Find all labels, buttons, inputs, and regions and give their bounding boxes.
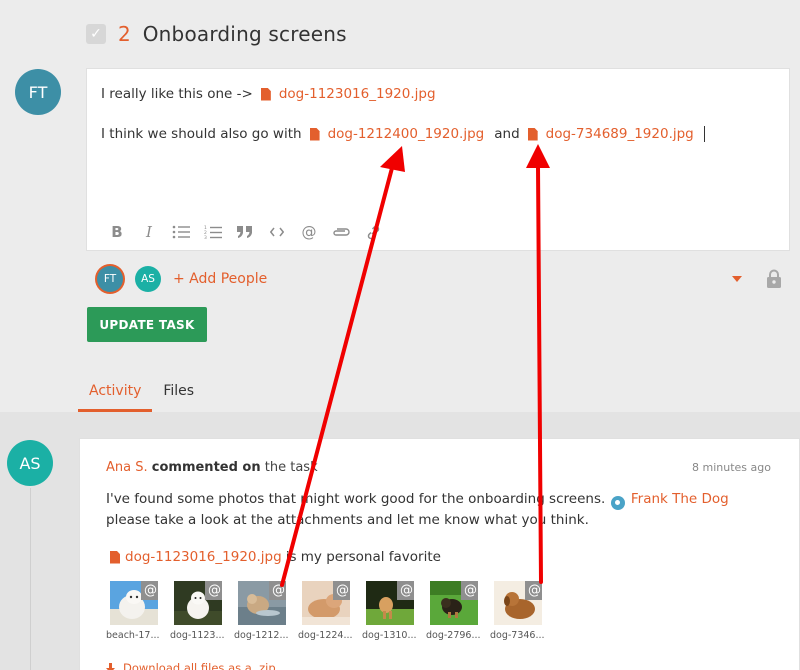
- bold-icon[interactable]: B: [101, 221, 133, 243]
- attachment-name: dog-1310...: [362, 630, 417, 641]
- update-task-button[interactable]: UPDATE TASK: [87, 307, 207, 342]
- quote-icon[interactable]: [229, 221, 261, 243]
- editor-line: I really like this one -> dog-1123016_19…: [101, 86, 436, 102]
- mention-attachment-icon[interactable]: @: [141, 581, 158, 600]
- download-all-label: Download all files as a .zip: [123, 661, 276, 670]
- attachment-name: dog-1212...: [234, 630, 289, 641]
- code-icon[interactable]: [261, 221, 293, 243]
- comment-verb: commented on: [151, 460, 261, 475]
- file-icon: [309, 127, 320, 141]
- file-attachment-link[interactable]: dog-1212400_1920.jpg: [309, 126, 485, 142]
- attachment-name: beach-17...: [106, 630, 160, 641]
- comment-target: the task: [264, 460, 318, 475]
- link-icon[interactable]: [357, 221, 389, 243]
- thumbnail-image: @: [430, 581, 478, 625]
- thumbnail-image: @: [366, 581, 414, 625]
- attachment-name: dog-1224...: [298, 630, 353, 641]
- task-title[interactable]: Onboarding screens: [143, 22, 347, 46]
- attachment-thumbnail[interactable]: @ beach-17...: [106, 581, 170, 641]
- file-name: dog-1212400_1920.jpg: [327, 126, 485, 142]
- attachment-thumbnails: @ beach-17... @ dog-1123... @ dog-1212..…: [106, 581, 554, 641]
- add-people-link[interactable]: + Add People: [173, 271, 267, 287]
- download-icon: [106, 662, 115, 670]
- mention-icon[interactable]: @: [293, 221, 325, 243]
- comment-header: Ana S. commented on the task: [106, 460, 318, 475]
- mention-attachment-icon[interactable]: @: [397, 581, 414, 600]
- tab-files[interactable]: Files: [152, 380, 205, 412]
- file-attachment-link[interactable]: dog-1123016_1920.jpg: [110, 549, 282, 565]
- comment-text: please take a look at the attachments an…: [106, 512, 589, 528]
- mention-attachment-icon[interactable]: @: [269, 581, 286, 600]
- attachment-icon[interactable]: [325, 221, 357, 243]
- activity-comment-card: Ana S. commented on the task 8 minutes a…: [79, 438, 800, 670]
- comment-author[interactable]: Ana S.: [106, 460, 148, 475]
- comment-text: I've found some photos that might work g…: [106, 491, 606, 507]
- file-name: dog-1123016_1920.jpg: [278, 86, 436, 102]
- comment-editor[interactable]: I really like this one -> dog-1123016_19…: [86, 68, 790, 251]
- attachment-thumbnail[interactable]: @ dog-1224...: [298, 581, 362, 641]
- task-header: ✓ 2 Onboarding screens: [86, 20, 347, 48]
- task-complete-checkbox[interactable]: ✓: [86, 24, 106, 44]
- svg-text:3: 3: [204, 235, 207, 240]
- file-icon: [110, 550, 120, 564]
- comment-timestamp: 8 minutes ago: [692, 461, 771, 474]
- attachment-name: dog-2796...: [426, 630, 481, 641]
- file-name: dog-734689_1920.jpg: [545, 126, 694, 142]
- thumbnail-image: @: [494, 581, 542, 625]
- attachment-thumbnail[interactable]: @ dog-7346...: [490, 581, 554, 641]
- chevron-down-icon[interactable]: [732, 276, 742, 282]
- lock-icon[interactable]: [766, 269, 782, 292]
- file-attachment-link[interactable]: dog-734689_1920.jpg: [527, 126, 694, 142]
- tab-activity[interactable]: Activity: [78, 380, 153, 412]
- avatar: FT: [15, 69, 61, 115]
- thumbnail-image: @: [238, 581, 286, 625]
- timeline-divider: [30, 488, 31, 670]
- bullet-list-icon[interactable]: [165, 221, 197, 243]
- mention-attachment-icon[interactable]: @: [461, 581, 478, 600]
- thumbnail-image: @: [174, 581, 222, 625]
- attachment-thumbnail[interactable]: @ dog-1310...: [362, 581, 426, 641]
- avatar: AS: [7, 440, 53, 486]
- download-all-link[interactable]: Download all files as a .zip: [106, 661, 276, 670]
- italic-icon[interactable]: I: [133, 221, 165, 243]
- comment-body: I've found some photos that might work g…: [106, 489, 776, 531]
- assignee-avatar[interactable]: AS: [135, 266, 161, 292]
- favorite-file-line: dog-1123016_1920.jpg is my personal favo…: [110, 549, 441, 565]
- thumbnail-image: @: [110, 581, 158, 625]
- numbered-list-icon[interactable]: 123: [197, 221, 229, 243]
- text-cursor: [703, 126, 705, 142]
- formatting-toolbar: B I 123 @: [101, 221, 389, 243]
- comment-text: is my personal favorite: [285, 549, 441, 565]
- thumbnail-image: @: [302, 581, 350, 625]
- file-name: dog-1123016_1920.jpg: [125, 549, 282, 565]
- user-mention[interactable]: Frank The Dog: [631, 491, 729, 507]
- attachment-thumbnail[interactable]: @ dog-2796...: [426, 581, 490, 641]
- user-icon: [610, 496, 625, 510]
- file-attachment-link[interactable]: dog-1123016_1920.jpg: [260, 86, 436, 102]
- attachment-thumbnail[interactable]: @ dog-1212...: [234, 581, 298, 641]
- file-icon: [527, 127, 538, 141]
- assignee-avatar[interactable]: FT: [97, 266, 123, 292]
- editor-text: I think we should also go with: [101, 126, 302, 142]
- attachment-thumbnail[interactable]: @ dog-1123...: [170, 581, 234, 641]
- tab-bar: Activity Files: [78, 380, 205, 412]
- task-number: 2: [118, 22, 131, 46]
- mention-attachment-icon[interactable]: @: [525, 581, 542, 600]
- file-icon: [260, 87, 271, 101]
- assignees-row: FT AS + Add People: [97, 266, 267, 292]
- attachment-name: dog-1123...: [170, 630, 225, 641]
- editor-text: I really like this one ->: [101, 86, 253, 102]
- mention-attachment-icon[interactable]: @: [205, 581, 222, 600]
- mention-attachment-icon[interactable]: @: [333, 581, 350, 600]
- attachment-name: dog-7346...: [490, 630, 545, 641]
- editor-line: I think we should also go with dog-12124…: [101, 126, 705, 142]
- editor-text: and: [494, 126, 520, 142]
